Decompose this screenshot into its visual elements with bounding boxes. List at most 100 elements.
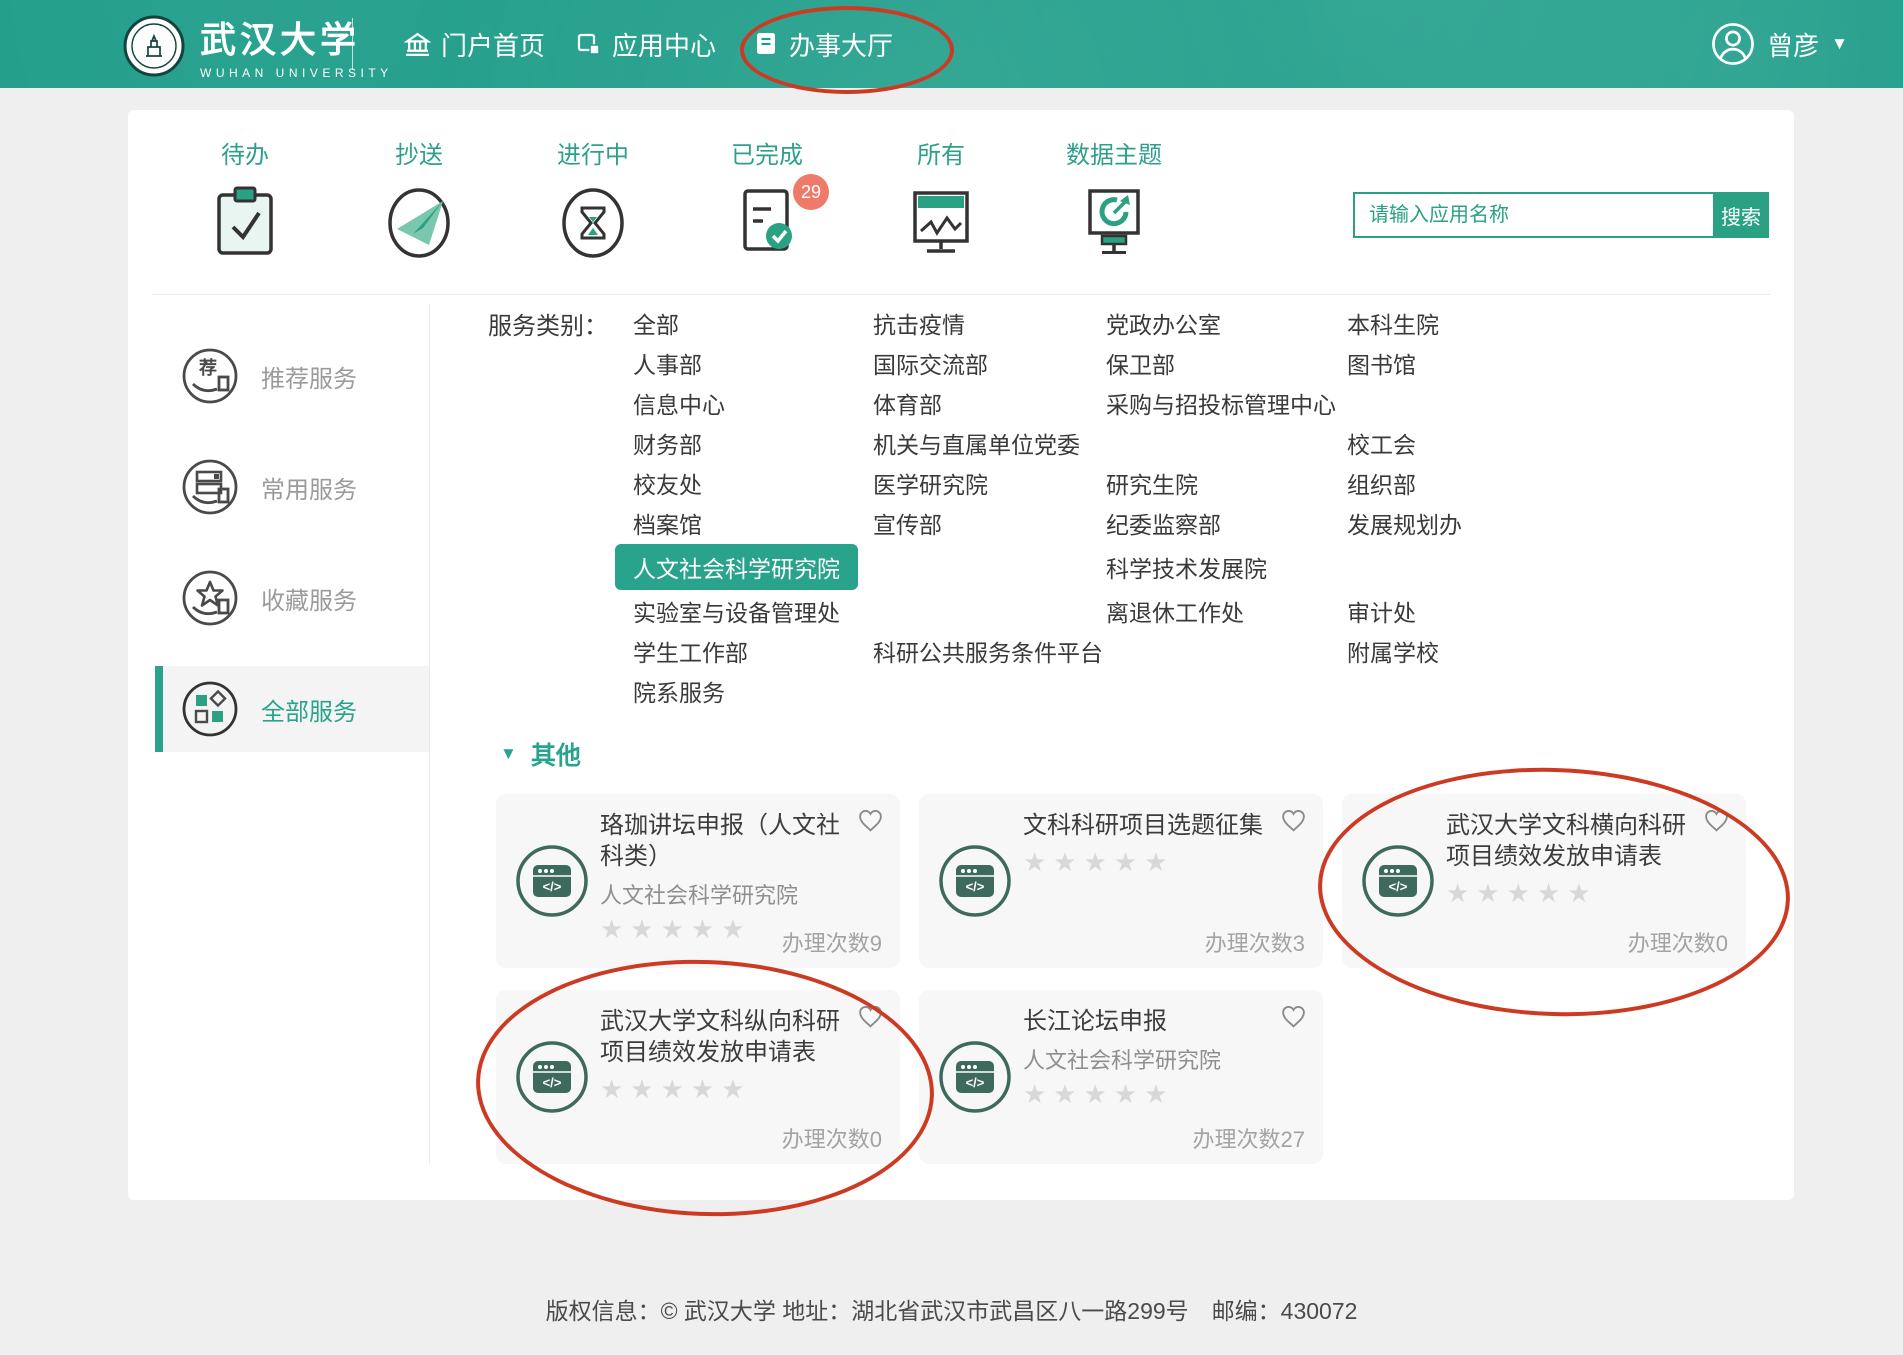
favorite-icon[interactable] xyxy=(1280,808,1307,833)
category-item[interactable]: 国际交流部 xyxy=(873,346,988,380)
favorite-icon[interactable] xyxy=(857,1004,884,1029)
app-window-icon: </> xyxy=(1360,843,1436,919)
card-title: 武汉大学文科纵向科研项目绩效发放申请表 xyxy=(600,1006,852,1068)
category-item[interactable]: 实验室与设备管理处 xyxy=(633,594,840,628)
tab-cc[interactable]: 抄送 xyxy=(359,140,479,265)
category-item[interactable]: 保卫部 xyxy=(1106,346,1175,380)
logo-title: 武汉大学 xyxy=(200,11,393,63)
service-card[interactable]: </> 文科科研项目选题征集 ★★★★★ 办理次数3 xyxy=(919,794,1323,968)
category-item[interactable]: 机关与直属单位党委 xyxy=(873,426,1080,460)
category-item[interactable]: 科研公共服务条件平台 xyxy=(873,634,1103,668)
category-item[interactable]: 采购与招投标管理中心 xyxy=(1106,386,1336,420)
favorite-icon[interactable] xyxy=(1280,1004,1307,1029)
user-name: 曾彦 xyxy=(1767,26,1819,63)
category-item-selected[interactable]: 人文社会科学研究院 xyxy=(615,544,858,590)
category-item[interactable]: 体育部 xyxy=(873,386,942,420)
nav-item-service-hall[interactable]: 办事大厅 xyxy=(753,0,893,88)
svg-text:</>: </> xyxy=(966,879,985,894)
paper-plane-icon xyxy=(385,182,453,260)
category-item[interactable]: 本科生院 xyxy=(1347,306,1439,340)
nav-item-app-center[interactable]: 应用中心 xyxy=(576,0,716,88)
tab-label: 进行中 xyxy=(533,140,653,172)
search-input[interactable] xyxy=(1353,192,1713,238)
monitor-chart-icon xyxy=(1080,182,1148,260)
category-item[interactable]: 抗击疫情 xyxy=(873,306,965,340)
category-item[interactable]: 人事部 xyxy=(633,346,702,380)
category-item[interactable]: 附属学校 xyxy=(1347,634,1439,668)
category-item[interactable]: 审计处 xyxy=(1347,594,1416,628)
category-item[interactable]: 发展规划办 xyxy=(1347,506,1462,540)
app-window-icon: </> xyxy=(514,1039,590,1115)
tab-in-progress[interactable]: 进行中 xyxy=(533,140,653,265)
category-item[interactable]: 组织部 xyxy=(1347,466,1416,500)
tab-label: 已完成 xyxy=(707,140,827,172)
sidebar-item-frequent[interactable]: 常用服务 xyxy=(155,444,429,530)
sidebar-item-recommended[interactable]: 荐 推荐服务 xyxy=(155,333,429,419)
sidebar-item-all[interactable]: 全部服务 xyxy=(155,666,429,752)
collapse-triangle-icon[interactable]: ▼ xyxy=(500,744,517,764)
rating-stars: ★★★★★ xyxy=(1446,878,1698,909)
nav-item-label: 办事大厅 xyxy=(789,26,893,63)
category-item[interactable]: 财务部 xyxy=(633,426,702,460)
category-column: 本科生院 图书馆 校工会 组织部 发展规划办 审计处 附属学校 xyxy=(1347,303,1462,711)
app-window-icon: </> xyxy=(937,843,1013,919)
tab-todo[interactable]: 待办 xyxy=(185,140,305,265)
other-section-header: ▼ 其他 xyxy=(500,736,581,772)
card-title: 珞珈讲坛申报（人文社科类） xyxy=(600,810,852,872)
common-services-icon xyxy=(181,458,239,516)
top-nav: 武汉大学 WUHAN UNIVERSITY 门户首页 应用中心 办事大厅 xyxy=(0,0,1903,88)
category-item[interactable]: 院系服务 xyxy=(633,674,725,708)
category-item[interactable]: 纪委监察部 xyxy=(1106,506,1221,540)
rating-stars: ★★★★★ xyxy=(1023,847,1275,878)
chevron-down-icon: ▼ xyxy=(1831,34,1848,54)
document-icon xyxy=(753,31,779,57)
category-item[interactable]: 校友处 xyxy=(633,466,702,500)
category-item[interactable]: 研究生院 xyxy=(1106,466,1198,500)
user-menu[interactable]: 曾彦 ▼ xyxy=(1711,0,1848,88)
tab-label: 所有 xyxy=(881,140,1001,172)
tab-data-topics[interactable]: 数据主题 xyxy=(1039,140,1189,265)
active-indicator xyxy=(155,666,163,752)
section-title: 其他 xyxy=(531,736,581,772)
category-item[interactable]: 档案馆 xyxy=(633,506,702,540)
nav-item-portal-home[interactable]: 门户首页 xyxy=(404,0,545,88)
apps-icon xyxy=(576,31,602,57)
sidebar-item-label: 全部服务 xyxy=(261,692,357,727)
usage-count: 办理次数27 xyxy=(1193,1122,1305,1154)
tab-label: 数据主题 xyxy=(1039,140,1189,172)
category-item[interactable]: 全部 xyxy=(633,306,679,340)
hourglass-icon xyxy=(559,182,627,260)
tab-label: 待办 xyxy=(185,140,305,172)
sidebar-item-favorites[interactable]: 收藏服务 xyxy=(155,555,429,641)
favorite-icon[interactable] xyxy=(857,808,884,833)
search-button[interactable]: 搜索 xyxy=(1713,192,1769,238)
svg-text:</>: </> xyxy=(543,879,562,894)
app-window-icon: </> xyxy=(937,1039,1013,1115)
search-bar: 搜索 xyxy=(1353,192,1769,238)
all-services-icon xyxy=(181,680,239,738)
nav-item-label: 应用中心 xyxy=(612,26,716,63)
category-item[interactable]: 宣传部 xyxy=(873,506,942,540)
category-item[interactable]: 学生工作部 xyxy=(633,634,748,668)
category-item[interactable]: 离退休工作处 xyxy=(1106,594,1244,628)
category-item[interactable]: 党政办公室 xyxy=(1106,306,1221,340)
tab-completed[interactable]: 已完成 29 xyxy=(707,140,827,265)
rating-stars: ★★★★★ xyxy=(1023,1079,1275,1110)
service-card[interactable]: </> 珞珈讲坛申报（人文社科类） 人文社会科学研究院 ★★★★★ 办理次数9 xyxy=(496,794,900,968)
favorite-icon[interactable] xyxy=(1703,808,1730,833)
service-card[interactable]: </> 武汉大学文科纵向科研项目绩效发放申请表 ★★★★★ 办理次数0 xyxy=(496,990,900,1164)
svg-text:荐: 荐 xyxy=(198,357,217,378)
nav-item-label: 门户首页 xyxy=(441,26,545,63)
category-filter-label: 服务类别： xyxy=(488,303,608,343)
category-item[interactable]: 校工会 xyxy=(1347,426,1416,460)
card-title: 武汉大学文科横向科研项目绩效发放申请表 xyxy=(1446,810,1698,872)
svg-text:</>: </> xyxy=(1389,879,1408,894)
category-item[interactable]: 科学技术发展院 xyxy=(1106,550,1267,584)
service-card[interactable]: </> 长江论坛申报 人文社会科学研究院 ★★★★★ 办理次数27 xyxy=(919,990,1323,1164)
category-item[interactable]: 信息中心 xyxy=(633,386,725,420)
service-card[interactable]: </> 武汉大学文科横向科研项目绩效发放申请表 ★★★★★ 办理次数0 xyxy=(1342,794,1746,968)
category-item[interactable]: 医学研究院 xyxy=(873,466,988,500)
tab-all[interactable]: 所有 xyxy=(881,140,1001,265)
category-item[interactable]: 图书馆 xyxy=(1347,346,1416,380)
card-title: 长江论坛申报 xyxy=(1023,1006,1275,1037)
